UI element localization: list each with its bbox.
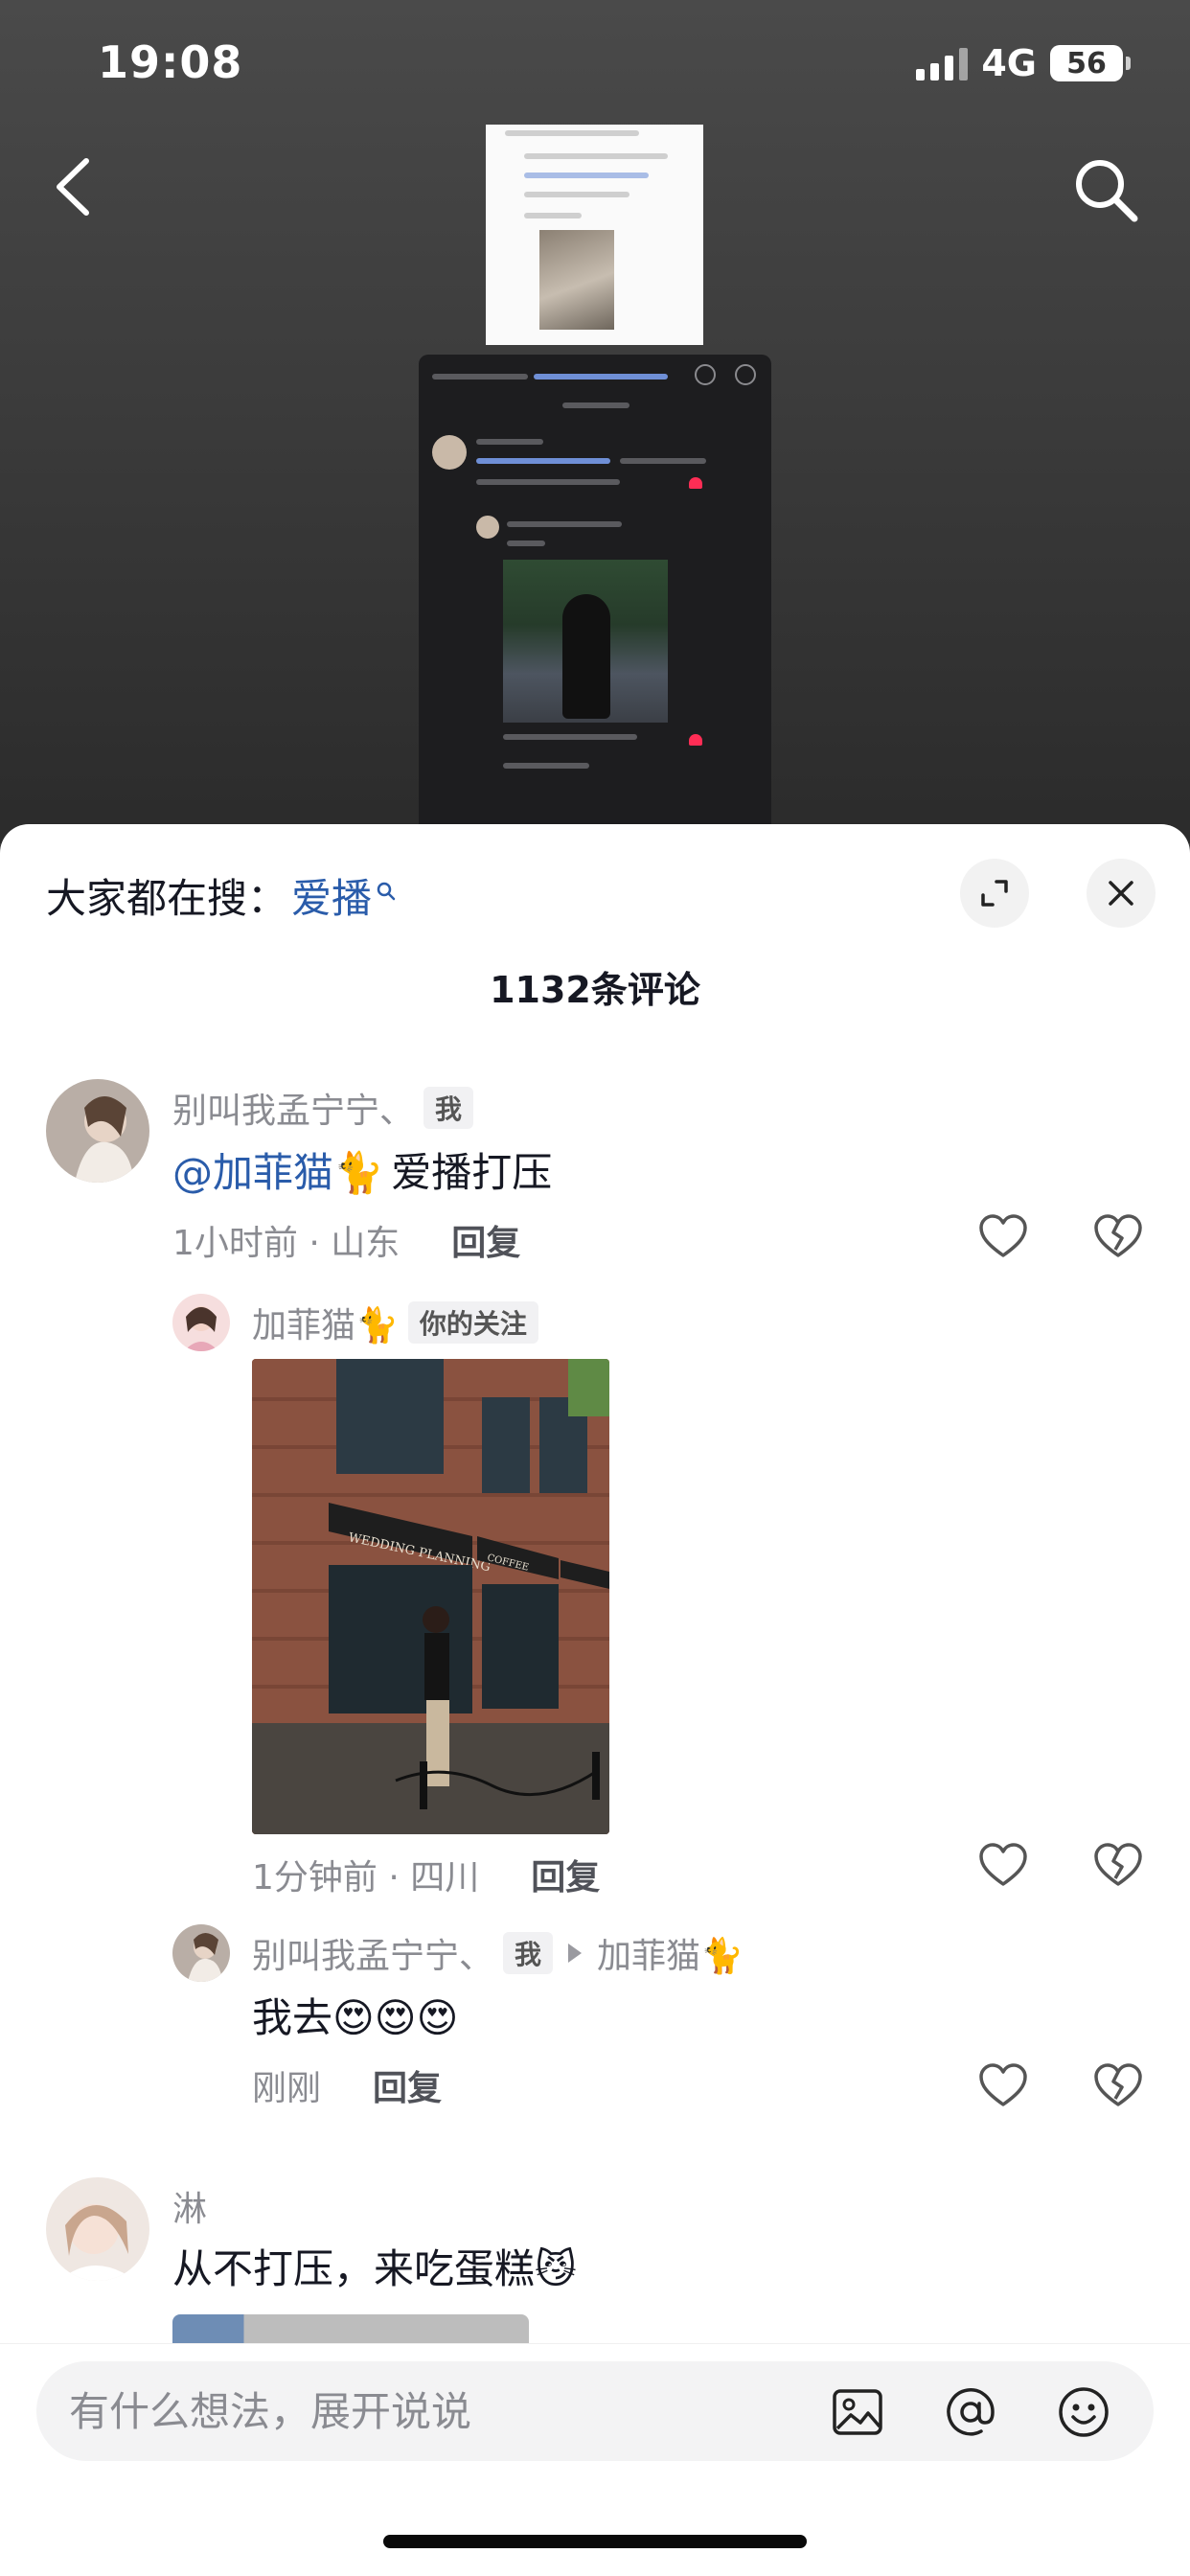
image-icon[interactable] <box>830 2384 885 2440</box>
avatar[interactable] <box>46 2177 149 2281</box>
heart-icon[interactable] <box>977 1840 1029 1892</box>
avatar[interactable] <box>46 1079 149 1183</box>
search-icon[interactable] <box>1069 153 1142 226</box>
reply-button[interactable]: 回复 <box>373 2060 442 2110</box>
comment-text: @加菲猫🐈 爱播打压 <box>172 1140 552 1199</box>
mention-link[interactable]: @加菲猫🐈 <box>172 1140 383 1199</box>
broken-heart-icon[interactable] <box>1092 2060 1144 2112</box>
comment-meta: 刚刚 回复 <box>252 2060 442 2110</box>
time-location: 1小时前 · 山东 <box>172 1224 400 1263</box>
close-icon[interactable] <box>1087 859 1156 928</box>
signal-icon <box>916 46 969 80</box>
avatar[interactable] <box>172 1294 230 1351</box>
comment-input-box[interactable] <box>36 2361 1154 2461</box>
smile-icon[interactable] <box>1056 2384 1111 2440</box>
status-bar: 19:08 4G 56 <box>0 0 1190 125</box>
sheet-header: 大家都在搜： 爱播 1132条评论 <box>0 824 1190 1016</box>
username-text[interactable]: 别叫我孟宁宁、 <box>172 1083 414 1133</box>
reply-button[interactable]: 回复 <box>531 1850 600 1899</box>
comment-text: 我去😍😍😍 <box>252 1986 458 2044</box>
comment-input[interactable] <box>69 2361 816 2461</box>
comment-meta: 1分钟前 · 四川 回复 <box>252 1850 600 1899</box>
comment-body: 我去😍😍😍 <box>252 1994 459 2041</box>
comment-photo[interactable] <box>172 2314 529 2343</box>
expand-icon[interactable] <box>960 859 1029 928</box>
reply-to-username[interactable]: 加菲猫🐈 <box>597 1928 744 1978</box>
username-text[interactable]: 加菲猫🐈 <box>252 1298 399 1347</box>
avatar[interactable] <box>172 1924 230 1982</box>
status-indicators: 4G 56 <box>916 42 1131 84</box>
video-frame-dark <box>419 355 771 843</box>
comment-sheet: 大家都在搜： 爱播 1132条评论 别叫我孟宁宁、 我 @加菲猫🐈 爱播打压 1… <box>0 824 1190 2576</box>
video-frame-light <box>486 125 703 345</box>
comment-username[interactable]: 别叫我孟宁宁、 我 <box>172 1083 474 1133</box>
search-keyword[interactable]: 爱播 <box>291 866 372 925</box>
battery-icon: 56 <box>1050 45 1131 81</box>
search-hint-prefix: 大家都在搜： <box>46 875 288 922</box>
at-icon[interactable] <box>943 2384 998 2440</box>
video-background[interactable]: 19:08 4G 56 <box>0 0 1190 843</box>
self-tag: 我 <box>503 1932 554 1974</box>
comment-username[interactable]: 别叫我孟宁宁、 我 加菲猫🐈 <box>252 1928 744 1978</box>
heart-icon[interactable] <box>977 2060 1029 2112</box>
video-thumb <box>539 230 614 330</box>
comment-meta: 1小时前 · 山东 回复 <box>172 1215 520 1265</box>
comment-count-title: 1132条评论 <box>490 969 700 1011</box>
time-location: 1分钟前 · 四川 <box>252 1858 480 1898</box>
comment-photo[interactable]: WEDDING PLANNING COFFEE <box>252 1359 609 1834</box>
status-time: 19:08 <box>98 36 243 88</box>
username-text[interactable]: 别叫我孟宁宁、 <box>252 1928 493 1978</box>
comment-input-bar <box>0 2343 1190 2576</box>
network-type: 4G <box>981 42 1037 84</box>
time-location: 刚刚 <box>252 2069 322 2108</box>
search-suggestion[interactable]: 大家都在搜： 爱播 <box>46 866 397 925</box>
comment-username[interactable]: 淋 <box>172 2181 207 2231</box>
search-icon <box>376 864 397 911</box>
comment-body: 从不打压，来吃蛋糕😼 <box>172 2245 577 2292</box>
reply-button[interactable]: 回复 <box>451 1215 520 1265</box>
comment-username[interactable]: 加菲猫🐈 你的关注 <box>252 1298 538 1347</box>
comment-body: 爱播打压 <box>391 1149 553 1196</box>
broken-heart-icon[interactable] <box>1092 1211 1144 1263</box>
username-text[interactable]: 淋 <box>172 2181 207 2231</box>
self-tag: 我 <box>423 1087 474 1129</box>
back-arrow-icon[interactable] <box>48 153 105 220</box>
reply-to-arrow-icon <box>568 1944 583 1963</box>
comment-text: 从不打压，来吃蛋糕😼 <box>172 2237 577 2295</box>
heart-icon[interactable] <box>977 1211 1029 1263</box>
broken-heart-icon[interactable] <box>1092 1840 1144 1892</box>
home-indicator <box>383 2535 807 2548</box>
battery-level: 56 <box>1066 46 1107 80</box>
following-tag: 你的关注 <box>407 1301 538 1344</box>
